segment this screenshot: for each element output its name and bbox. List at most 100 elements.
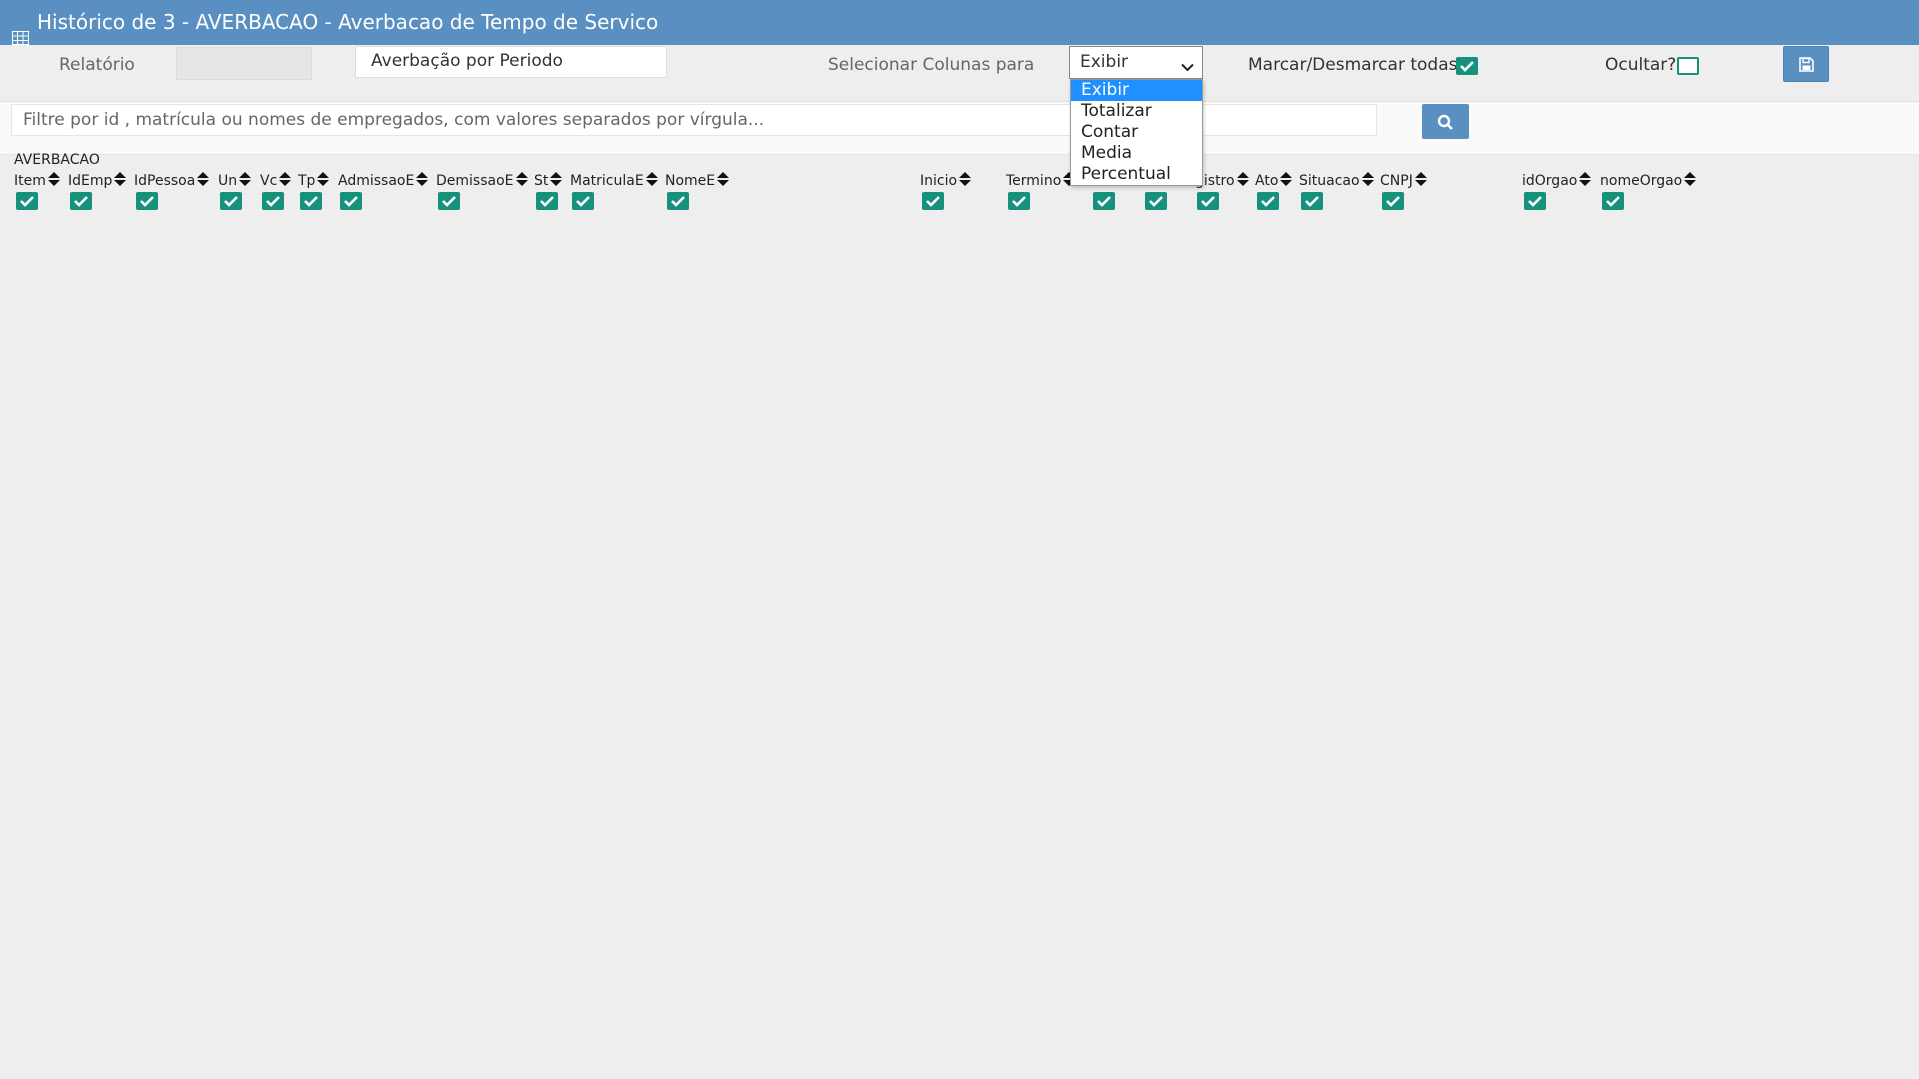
select-columns-label: Selecionar Colunas para [828, 55, 1035, 75]
column-checkbox[interactable] [1093, 192, 1115, 210]
column-checkbox[interactable] [1524, 192, 1546, 210]
column-label: CNPJ [1380, 172, 1413, 189]
ocultar-label: Ocultar? [1605, 55, 1677, 75]
column-label: Item [14, 172, 46, 189]
column-checkbox[interactable] [1145, 192, 1167, 210]
column-checkbox[interactable] [1257, 192, 1279, 210]
select-dropdown-list: Exibir Totalizar Contar Media Percentual [1070, 79, 1203, 186]
column-label: NomeE [665, 172, 716, 189]
column-checkbox[interactable] [572, 192, 594, 210]
column-item: Un [218, 170, 252, 210]
column-label: Termino [1006, 172, 1062, 189]
option-contar[interactable]: Contar [1071, 122, 1202, 143]
page-title: Histórico de 3 - AVERBACAO - Averbacao d… [37, 10, 659, 34]
sort-icon[interactable] [416, 171, 429, 190]
sort-icon[interactable] [1579, 171, 1592, 190]
column-label: St [534, 172, 549, 189]
chevron-down-icon [1181, 57, 1194, 77]
column-checkbox[interactable] [438, 192, 460, 210]
marcar-label: Marcar/Desmarcar todas [1248, 55, 1458, 75]
column-item: Vc [260, 170, 292, 210]
column-item: Inicio [920, 170, 972, 210]
column-label: IdEmp [68, 172, 113, 189]
column-checkbox[interactable] [1602, 192, 1624, 210]
column-checkbox[interactable] [340, 192, 362, 210]
column-checkbox[interactable] [922, 192, 944, 210]
column-item: MatriculaE [570, 170, 658, 210]
sort-icon[interactable] [279, 171, 292, 190]
column-item: CNPJ [1380, 170, 1427, 210]
column-label: Tp [298, 172, 316, 189]
sort-icon[interactable] [1684, 171, 1697, 190]
column-item: nomeOrgao [1600, 170, 1697, 210]
column-item: AdmissaoE [338, 170, 429, 210]
column-label: Un [218, 172, 238, 189]
column-label: idOrgao [1522, 172, 1578, 189]
column-checkbox[interactable] [136, 192, 158, 210]
column-item: idOrgao [1522, 170, 1592, 210]
sort-icon[interactable] [1361, 171, 1374, 190]
sort-icon[interactable] [239, 171, 252, 190]
search-icon [1437, 114, 1453, 130]
column-label: Ato [1255, 172, 1279, 189]
column-checkbox[interactable] [667, 192, 689, 210]
report-id-field[interactable] [176, 47, 312, 80]
column-item: gistro [1195, 170, 1249, 210]
sort-icon[interactable] [1236, 171, 1249, 190]
option-totalizar[interactable]: Totalizar [1071, 101, 1202, 122]
search-button[interactable] [1422, 104, 1469, 139]
column-item: Termino [1006, 170, 1076, 210]
column-label: Situacao [1299, 172, 1360, 189]
column-checkbox[interactable] [220, 192, 242, 210]
sort-icon[interactable] [959, 171, 972, 190]
ocultar-checkbox[interactable] [1677, 57, 1699, 75]
column-item: Item [14, 170, 60, 210]
select-value: Exibir [1080, 52, 1129, 72]
column-item: Tp [298, 170, 330, 210]
column-label: AdmissaoE [338, 172, 415, 189]
relatorio-label: Relatório [59, 55, 135, 75]
option-exibir[interactable]: Exibir [1071, 80, 1202, 101]
column-label: DemissaoE [436, 172, 514, 189]
sort-icon[interactable] [717, 171, 730, 190]
column-checkbox[interactable] [1197, 192, 1219, 210]
sort-icon[interactable] [317, 171, 330, 190]
column-label: Vc [260, 172, 278, 189]
column-item: Ato [1255, 170, 1293, 210]
column-label: IdPessoa [134, 172, 196, 189]
sort-icon[interactable] [47, 171, 60, 190]
column-checkbox[interactable] [300, 192, 322, 210]
column-item: DemissaoE [436, 170, 528, 210]
column-item: NomeE [665, 170, 730, 210]
column-checkbox[interactable] [1008, 192, 1030, 210]
column-item: IdEmp [68, 170, 127, 210]
column-checkbox[interactable] [70, 192, 92, 210]
floppy-disk-icon [1799, 57, 1814, 72]
sort-icon[interactable] [1280, 171, 1293, 190]
column-label: Inicio [920, 172, 958, 189]
column-checkbox[interactable] [1301, 192, 1323, 210]
column-item: Situacao [1299, 170, 1374, 210]
marcar-todas-checkbox[interactable] [1456, 57, 1478, 75]
sort-icon[interactable] [550, 171, 563, 190]
save-button[interactable] [1783, 46, 1829, 82]
column-item: IdPessoa [134, 170, 210, 210]
group-title: AVERBACAO [14, 152, 100, 168]
column-label: MatriculaE [570, 172, 644, 189]
sort-icon[interactable] [645, 171, 658, 190]
column-item: St [534, 170, 563, 210]
window-title-bar: Histórico de 3 - AVERBACAO - Averbacao d… [0, 0, 1919, 45]
column-checkbox[interactable] [536, 192, 558, 210]
column-checkbox[interactable] [16, 192, 38, 210]
option-media[interactable]: Media [1071, 143, 1202, 164]
sort-icon[interactable] [197, 171, 210, 190]
column-label: nomeOrgao [1600, 172, 1683, 189]
report-name-field[interactable]: Averbação por Periodo [355, 46, 667, 78]
sort-icon[interactable] [515, 171, 528, 190]
option-percentual[interactable]: Percentual [1071, 164, 1202, 185]
columns-action-select[interactable]: Exibir [1069, 46, 1203, 79]
column-checkbox[interactable] [1382, 192, 1404, 210]
column-checkbox[interactable] [262, 192, 284, 210]
sort-icon[interactable] [1414, 171, 1427, 190]
sort-icon[interactable] [114, 171, 127, 190]
